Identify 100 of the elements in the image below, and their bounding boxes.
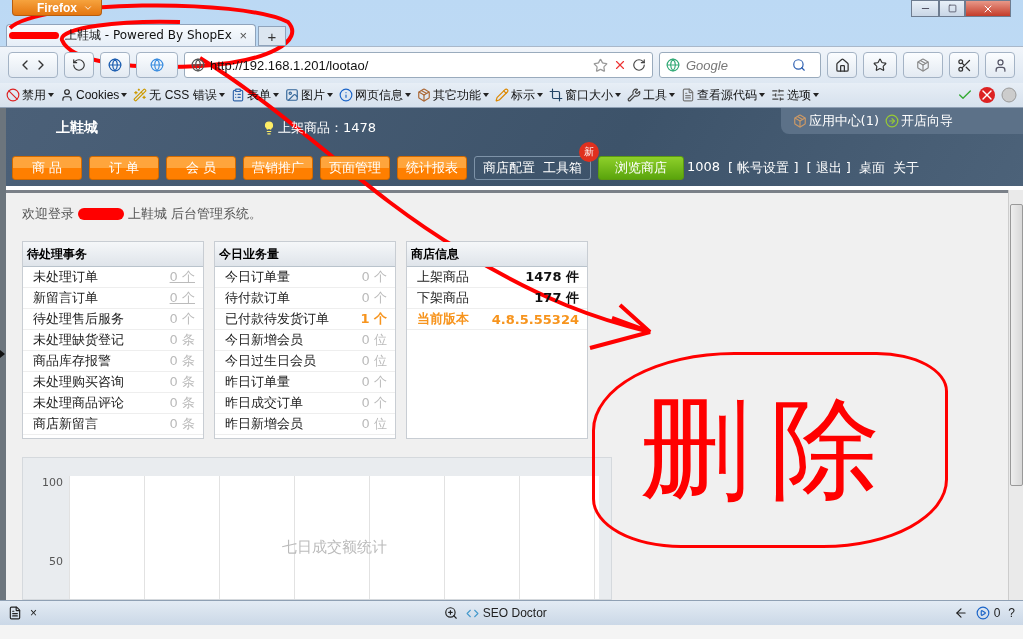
star-icon <box>593 57 608 73</box>
search-bar[interactable]: Google <box>659 52 821 78</box>
caret-icon <box>812 93 819 97</box>
row-label: 未处理商品评论 <box>33 394 124 412</box>
row-label[interactable]: 新留言订单 <box>33 289 98 307</box>
caret-icon <box>536 93 543 97</box>
caret-icon <box>482 93 489 97</box>
row-value: 0 条 <box>169 373 195 391</box>
undo-button[interactable] <box>64 52 94 78</box>
zoom-button[interactable] <box>443 606 458 620</box>
axis-tick-label: 100 <box>41 476 63 489</box>
seo-doctor-button[interactable]: SEO Doctor <box>465 606 547 620</box>
row-value: 0 个 <box>361 394 387 412</box>
caret-icon <box>614 93 621 97</box>
reload-icon <box>632 58 646 72</box>
search-field[interactable]: Google <box>684 56 788 74</box>
image-icon <box>284 88 299 102</box>
status-close-button[interactable]: × <box>30 606 37 620</box>
new-tab-button[interactable]: + <box>258 26 286 46</box>
user-link[interactable]: [ 帐号设置 ] <box>728 159 799 177</box>
document-icon <box>680 88 695 102</box>
box-icon <box>792 114 807 128</box>
row-label[interactable]: 未处理订单 <box>33 268 98 286</box>
caret-icon <box>218 93 225 97</box>
welcome-text: 上鞋城 后台管理系统。 <box>128 205 263 223</box>
panel-title: 今日业务量 <box>215 242 395 267</box>
row-value: 0 位 <box>361 331 387 349</box>
toolbar-menu-item[interactable]: 标示 <box>494 86 543 104</box>
row-label: 今日过生日会员 <box>225 352 316 370</box>
bookmark-button[interactable] <box>863 52 897 78</box>
header-link[interactable]: 应用中心(1) <box>792 112 879 130</box>
user-link[interactable]: 桌面 <box>858 159 885 177</box>
globe-icon <box>108 58 122 72</box>
row-value: 0 位 <box>361 415 387 433</box>
row-value: 0 位 <box>361 352 387 370</box>
user-link[interactable]: 关于 <box>892 159 919 177</box>
row-label: 下架商品 <box>417 289 469 307</box>
lightbulb-icon <box>262 121 276 135</box>
minimize-button[interactable] <box>911 0 939 17</box>
play-icon <box>975 606 990 620</box>
expand-arrow-icon[interactable] <box>0 350 5 358</box>
globe-button[interactable] <box>136 52 178 78</box>
redaction-mark <box>78 208 124 220</box>
scrollbar[interactable] <box>1008 190 1023 600</box>
row-value: 0 个 <box>361 289 387 307</box>
row-value: 4.8.5.55324 <box>491 311 579 327</box>
maximize-button[interactable] <box>939 0 965 17</box>
box-icon <box>416 88 431 102</box>
wrench-icon <box>626 88 641 102</box>
handwritten-note: 删除 <box>592 352 948 548</box>
star-icon <box>873 58 887 72</box>
user-link[interactable]: [ 退出 ] <box>806 159 851 177</box>
toolbar-menu-item[interactable]: 窗口大小 <box>548 86 621 104</box>
globe-icon <box>150 58 164 72</box>
toolbar-menu-item[interactable]: 选项 <box>770 86 819 104</box>
toolbar-menu-item[interactable]: 其它功能 <box>416 86 489 104</box>
undo-icon <box>72 58 86 72</box>
toolbar-menu-item[interactable]: Cookies <box>60 88 128 102</box>
arrow-circle-icon <box>885 114 899 128</box>
back-forward-button[interactable] <box>8 52 58 78</box>
header-link[interactable]: 开店向导 <box>885 112 953 130</box>
extension-button[interactable] <box>985 52 1015 78</box>
nav-link[interactable]: 工具箱 <box>543 159 582 177</box>
globe-button[interactable] <box>100 52 130 78</box>
toolbar-menu-item[interactable]: 图片 <box>284 86 333 104</box>
row-label: 待付款订单 <box>225 289 290 307</box>
ban-icon <box>6 88 20 102</box>
error-icon <box>979 87 995 103</box>
caret-icon <box>326 93 333 97</box>
back-button[interactable] <box>953 606 968 620</box>
box-icon <box>916 58 930 72</box>
play-button[interactable]: 0 <box>975 606 1001 620</box>
toolbar-menu-item[interactable]: 网页信息 <box>338 86 411 104</box>
home-icon <box>834 57 850 73</box>
row-value: 0 条 <box>169 331 195 349</box>
row-value: 0 条 <box>169 415 195 433</box>
row-label: 今日订单量 <box>225 268 290 286</box>
status-menu-button[interactable] <box>8 606 22 620</box>
form-icon <box>230 88 245 102</box>
store-name: 上鞋城 <box>55 119 99 137</box>
tab-close-button[interactable]: × <box>239 28 247 43</box>
user-link[interactable]: 1008 <box>687 159 721 177</box>
row-value: 0 个 <box>169 310 195 328</box>
toolbar-menu-item[interactable]: 禁用 <box>6 86 54 104</box>
toolbar-menu-item[interactable]: 工具 <box>626 86 675 104</box>
info-icon <box>338 88 353 102</box>
person-icon <box>60 88 74 102</box>
toolbar-menu-item[interactable]: 查看源代码 <box>680 86 765 104</box>
toolbar-menu-item[interactable]: 无 CSS 错误 <box>133 86 225 104</box>
extension-button[interactable] <box>903 52 943 78</box>
row-label: 昨日订单量 <box>225 373 290 391</box>
row-label: 未处理购买咨询 <box>33 373 124 391</box>
row-value: 0 个 <box>361 268 387 286</box>
scissors-button[interactable] <box>949 52 979 78</box>
row-value: 1478 件 <box>525 268 579 286</box>
back-icon <box>953 606 968 620</box>
help-button[interactable]: ? <box>1008 606 1015 620</box>
zoom-icon <box>443 606 458 620</box>
nav-link[interactable]: 商店配置 <box>483 159 535 177</box>
home-button[interactable] <box>827 52 857 78</box>
